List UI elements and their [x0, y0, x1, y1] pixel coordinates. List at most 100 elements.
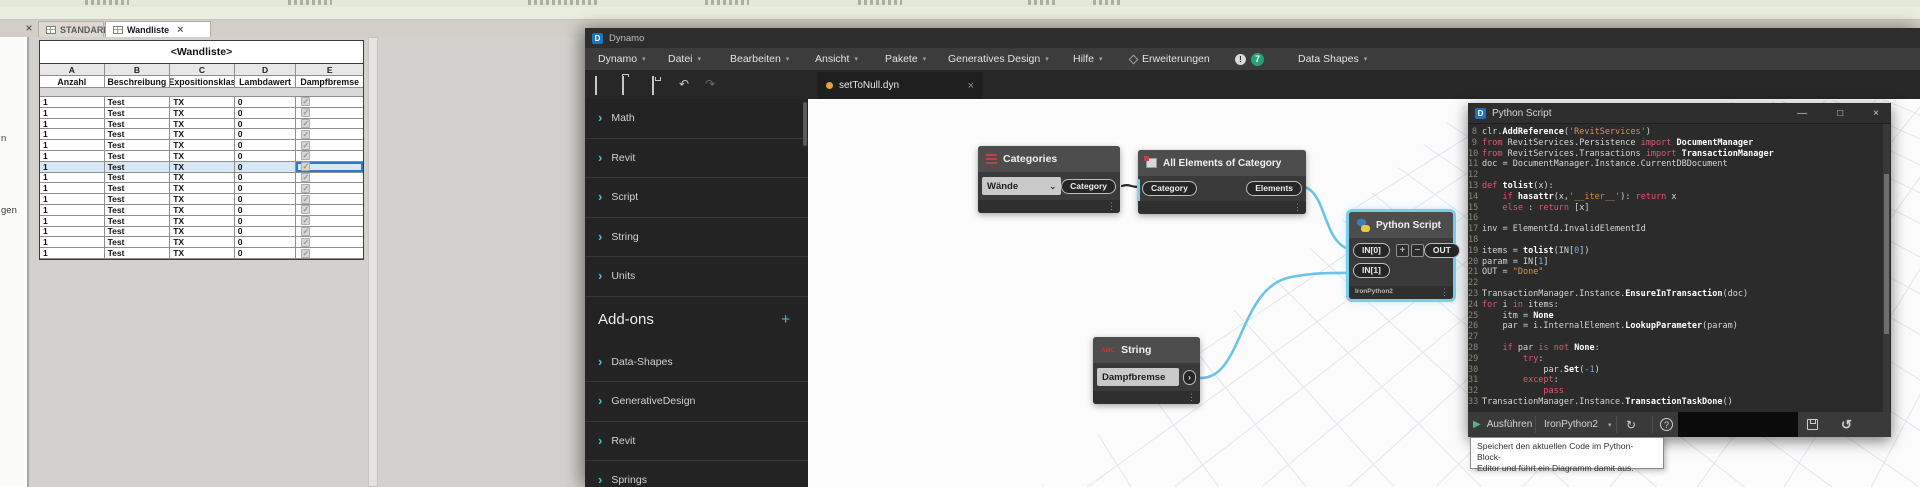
menu-generatives-design[interactable]: Generatives Design ▾ — [948, 48, 1049, 70]
checkbox[interactable]: ✓ — [301, 205, 311, 215]
schedule-checkbox-cell[interactable]: ✓ — [296, 237, 363, 249]
schedule-checkbox-cell[interactable]: ✓ — [296, 129, 363, 141]
code-area[interactable]: 8 clr. AddReference('RevitServices') 9 from … — [1468, 124, 1882, 412]
code-line[interactable]: 21 OUT = "Done" — [1468, 267, 1882, 278]
workspace-tab[interactable]: setToNull.dyn × — [818, 72, 982, 99]
code-line[interactable]: 16 — [1468, 213, 1882, 224]
close-tab-icon[interactable]: × — [968, 80, 974, 92]
schedule-checkbox-cell[interactable]: ✓ — [296, 161, 363, 173]
schedule-cell[interactable]: 1 — [40, 129, 105, 141]
checkbox[interactable]: ✓ — [301, 226, 311, 236]
node-all-elements-of-category[interactable]: All Elements of Category Category Elemen… — [1137, 150, 1306, 214]
schedule-checkbox-cell[interactable]: ✓ — [296, 194, 363, 205]
table-row[interactable]: 1 Test TX 0 ✓ — [40, 107, 363, 119]
checkbox[interactable]: ✓ — [301, 172, 311, 182]
column-letter[interactable]: A — [40, 64, 105, 76]
menu-pakete[interactable]: Pakete ▾ — [885, 48, 926, 70]
schedule-cell[interactable]: Test — [104, 248, 171, 259]
table-row[interactable]: 1 Test TX 0 ✓ — [40, 97, 363, 108]
schedule-cell[interactable]: 1 — [40, 237, 105, 249]
node-header[interactable]: Python Script — [1349, 212, 1453, 238]
schedule-checkbox-cell[interactable]: ✓ — [296, 183, 363, 195]
schedule-checkbox-cell[interactable]: ✓ — [296, 215, 363, 227]
schedule-cell[interactable]: 1 — [40, 118, 105, 130]
output-port[interactable]: › — [1183, 369, 1196, 385]
schedule-cell[interactable]: 1 — [40, 226, 105, 238]
schedule-cell[interactable]: 1 — [40, 161, 105, 173]
maximize-icon[interactable]: □ — [1837, 108, 1843, 119]
table-row[interactable]: 1 Test TX 0 ✓ — [40, 194, 363, 205]
category-dropdown[interactable]: Wände ⌄ — [982, 177, 1062, 195]
schedule-cell[interactable]: Test — [104, 215, 171, 227]
schedule-cell[interactable]: 1 — [40, 140, 105, 151]
schedule-checkbox-cell[interactable]: ✓ — [296, 204, 363, 216]
redo-icon[interactable]: ↷ — [705, 77, 715, 91]
library-section-revit[interactable]: › Revit — [585, 422, 808, 461]
schedule-cell[interactable]: 0 — [234, 237, 297, 249]
library-section-string[interactable]: › String — [585, 218, 808, 257]
close-view-icon[interactable]: × — [22, 21, 36, 35]
code-line[interactable]: 12 — [1468, 170, 1882, 181]
schedule-cell[interactable]: 1 — [40, 150, 105, 162]
code-line[interactable]: 10 from RevitServices.Transactions import… — [1468, 149, 1882, 160]
code-line[interactable]: 13 def tolist (x): — [1468, 181, 1882, 192]
input-port-in1[interactable]: IN[1] — [1353, 263, 1390, 278]
schedule-cell[interactable]: 0 — [234, 140, 297, 151]
undo-icon[interactable]: ↶ — [679, 77, 689, 91]
code-line[interactable]: 28 if par is not None: — [1468, 343, 1882, 354]
output-port-elements[interactable]: Elements — [1246, 181, 1302, 196]
dynamo-titlebar[interactable]: D Dynamo — [585, 28, 1920, 48]
schedule-cell[interactable]: TX — [170, 140, 235, 151]
checkbox[interactable]: ✓ — [301, 140, 311, 150]
save-file-icon[interactable] — [652, 76, 654, 95]
schedule-cell[interactable]: 1 — [40, 107, 105, 119]
column-letter[interactable]: B — [104, 64, 171, 76]
run-button[interactable]: ▶ Ausführen — [1473, 412, 1532, 437]
table-row[interactable]: 1 Test TX 0 ✓ — [40, 204, 363, 216]
view-tab-wandliste[interactable]: Wandliste × — [105, 21, 211, 37]
schedule-cell[interactable]: Test — [104, 150, 171, 162]
schedule-scrollbar[interactable] — [368, 37, 378, 487]
code-line[interactable]: 11 doc = DocumentManager.Instance.Current… — [1468, 159, 1882, 170]
node-python-script[interactable]: Python Script IN[0] IN[1] + − OUT IronPy… — [1349, 212, 1460, 299]
table-row[interactable]: 1 Test TX 0 ✓ — [40, 129, 363, 141]
schedule-cell[interactable]: TX — [170, 97, 235, 108]
schedule-cell[interactable]: Test — [104, 226, 171, 238]
node-menu-icon[interactable]: ⋮ — [1440, 287, 1449, 298]
schedule-cell[interactable]: 1 — [40, 183, 105, 195]
help-icon[interactable]: ? — [1660, 412, 1673, 437]
column-header[interactable]: Expositionsklas — [170, 76, 235, 88]
schedule-cell[interactable]: TX — [170, 172, 235, 184]
code-line[interactable]: 26 par = i.InternalElement. LookupParamet… — [1468, 321, 1882, 332]
schedule-checkbox-cell[interactable]: ✓ — [296, 172, 363, 184]
code-line[interactable]: 31 except: — [1468, 375, 1882, 386]
schedule-checkbox-cell[interactable]: ✓ — [296, 107, 363, 119]
schedule-cell[interactable]: 0 — [234, 97, 297, 108]
menu-dynamo[interactable]: Dynamo ▾ — [598, 48, 646, 70]
schedule-cell[interactable]: 0 — [234, 161, 297, 173]
menu-hilfe[interactable]: Hilfe ▾ — [1073, 48, 1103, 70]
schedule-cell[interactable]: Test — [104, 129, 171, 141]
code-line[interactable]: 30 par. Set(-1) — [1468, 365, 1882, 376]
checkbox[interactable]: ✓ — [301, 248, 311, 258]
schedule-checkbox-cell[interactable]: ✓ — [296, 226, 363, 238]
column-header[interactable]: Dampfbremse — [296, 76, 363, 88]
code-line[interactable]: 20 param = IN[1] — [1468, 257, 1882, 268]
schedule-cell[interactable]: 0 — [234, 183, 297, 195]
node-menu-icon[interactable]: ⋮ — [1187, 392, 1196, 403]
code-line[interactable]: 19 items = tolist (IN[0]) — [1468, 246, 1882, 257]
library-section-math[interactable]: › Math — [585, 99, 808, 139]
schedule-cell[interactable]: 1 — [40, 204, 105, 216]
schedule-cell[interactable]: 0 — [234, 204, 297, 216]
library-section-generativedesign[interactable]: › GenerativeDesign — [585, 382, 808, 422]
table-row[interactable]: 1 Test TX 0 ✓ — [40, 172, 363, 184]
schedule-cell[interactable]: TX — [170, 248, 235, 259]
new-file-icon[interactable] — [595, 76, 597, 95]
table-row[interactable]: 1 Test TX 0 ✓ — [40, 237, 363, 249]
input-port-in0[interactable]: IN[0] — [1353, 243, 1390, 258]
input-port-category[interactable]: Category — [1142, 181, 1197, 196]
code-line[interactable]: 32 pass — [1468, 386, 1882, 397]
schedule-cell[interactable]: TX — [170, 194, 235, 205]
schedule-cell[interactable]: 0 — [234, 118, 297, 130]
view-tab-standard[interactable]: STANDARD — [38, 21, 110, 37]
